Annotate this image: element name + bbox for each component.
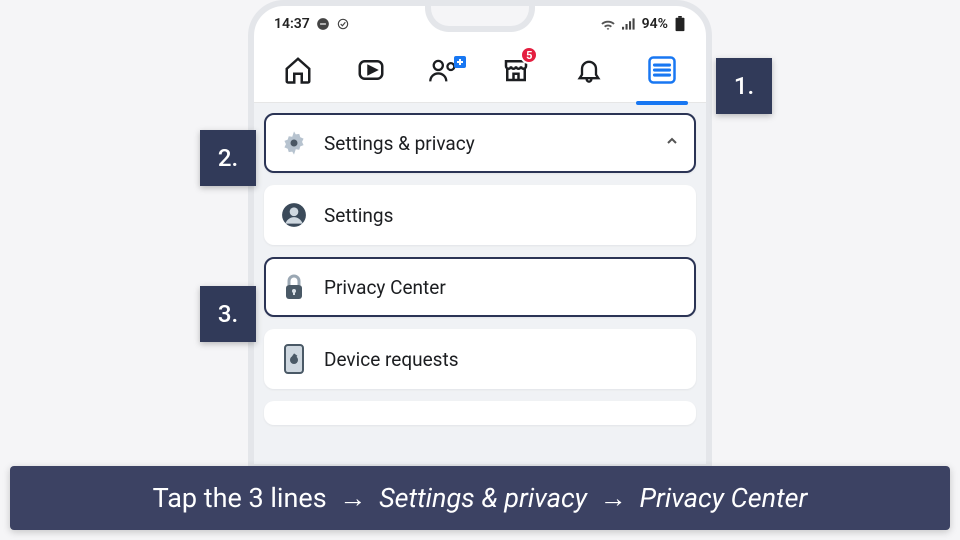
step-badge-3: 3. <box>200 286 256 342</box>
nav-watch[interactable] <box>351 50 391 90</box>
home-icon <box>283 55 313 85</box>
menu-item-label: Settings <box>324 204 680 227</box>
marketplace-badge: 5 <box>520 46 538 64</box>
menu-item-label: Device requests <box>324 348 680 371</box>
step-badge-2: 2. <box>200 130 256 186</box>
device-icon <box>280 345 308 373</box>
battery-icon <box>674 16 686 32</box>
display-notch <box>425 2 535 32</box>
caption-prefix: Tap the 3 lines <box>153 482 327 514</box>
nav-marketplace[interactable]: 5 <box>496 50 536 90</box>
nav-friends[interactable] <box>424 50 464 90</box>
menu-item-settings[interactable]: Settings <box>264 185 696 245</box>
menu-item-partial[interactable] <box>264 401 696 425</box>
nav-home[interactable] <box>278 50 318 90</box>
nav-notifications[interactable] <box>569 50 609 90</box>
status-time: 14:37 <box>274 16 310 32</box>
menu-header-label: Settings & privacy <box>324 132 648 155</box>
menu-header-settings-privacy[interactable]: Settings & privacy <box>264 113 696 173</box>
dnd-icon <box>316 17 330 31</box>
top-nav: 5 <box>254 38 706 103</box>
signal-icon <box>622 18 636 30</box>
menu-item-label: Privacy Center <box>324 276 680 299</box>
arrow-icon: → <box>339 482 366 514</box>
lock-icon <box>280 273 308 301</box>
phone-frame: 14:37 94% 5 <box>248 0 712 470</box>
chevron-up-icon <box>664 133 680 153</box>
nav-menu[interactable] <box>642 50 682 90</box>
instruction-caption: Tap the 3 lines → Settings & privacy → P… <box>10 466 950 530</box>
wifi-icon <box>600 18 616 30</box>
arrow-icon: → <box>600 482 627 514</box>
menu-item-privacy-center[interactable]: Privacy Center <box>264 257 696 317</box>
watch-icon <box>356 55 386 85</box>
gear-icon <box>280 129 308 157</box>
menu-list: Settings & privacy Settings Privacy Cent… <box>254 103 706 464</box>
add-friend-plus-icon <box>454 56 466 68</box>
person-circle-icon <box>280 201 308 229</box>
step-badge-1: 1. <box>716 58 772 114</box>
check-shield-icon <box>336 17 350 31</box>
hamburger-icon <box>647 55 677 85</box>
caption-last: Privacy Center <box>639 482 807 514</box>
menu-item-device-requests[interactable]: Device requests <box>264 329 696 389</box>
caption-mid: Settings & privacy <box>379 482 587 514</box>
status-battery-pct: 94% <box>642 16 668 32</box>
bell-icon <box>575 55 603 85</box>
